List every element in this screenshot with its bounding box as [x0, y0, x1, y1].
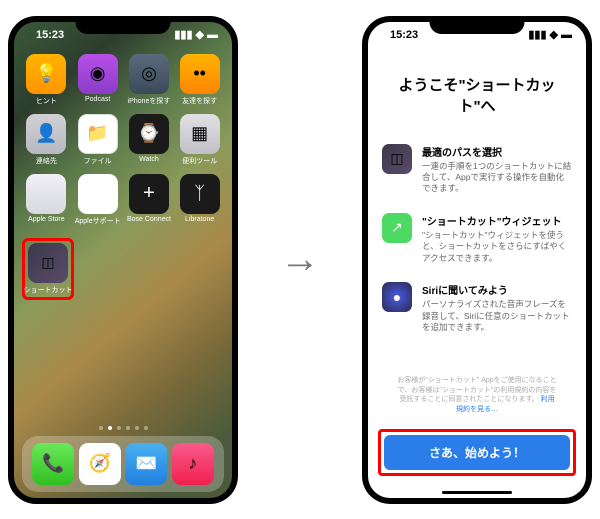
iphone-right: 15:23 ▮▮▮ ◆ ▬ ようこそ"ショートカット"へ ◫ 最適のパスを選択 … — [362, 16, 592, 504]
app-contacts[interactable]: 👤連絡先 — [24, 114, 69, 166]
feature-desc: パーソナライズされた音声フレーズを録音して、Siriに任意のショートカットを追加… — [422, 299, 572, 333]
dock-safari[interactable]: 🧭 — [79, 443, 121, 485]
status-time: 15:23 — [390, 29, 418, 41]
feature-desc: 一連の手順を1つのショートカットに結合して、Appで実行する操作を自動化できます… — [422, 161, 572, 195]
dock-mail[interactable]: ✉️ — [125, 443, 167, 485]
support-icon — [78, 174, 118, 214]
welcome-screen: 15:23 ▮▮▮ ◆ ▬ ようこそ"ショートカット"へ ◫ 最適のパスを選択 … — [368, 22, 586, 498]
dock-phone[interactable]: 📞 — [32, 443, 74, 485]
highlight-shortcuts-app: ◫ ショートカット — [22, 238, 74, 300]
siri-icon: ● — [382, 282, 412, 312]
app-find-iphone[interactable]: ◎iPhoneを探す — [127, 54, 172, 106]
start-button[interactable]: さあ、始めよう！ — [384, 435, 570, 470]
welcome-title: ようこそ"ショートカット"へ — [382, 74, 572, 116]
dot — [135, 426, 139, 430]
page-dots[interactable] — [14, 426, 232, 430]
app-grid: 💡ヒント ◉Podcast ◎iPhoneを探す ••友達を探す 👤連絡先 📁フ… — [14, 44, 232, 226]
tools-folder-icon: ▦ — [180, 114, 220, 154]
libratone-icon: ᛉ — [180, 174, 220, 214]
notch — [76, 16, 171, 34]
arrow-icon: → — [280, 237, 320, 282]
contacts-icon: 👤 — [26, 114, 66, 154]
status-icons: ▮▮▮ ◆ ▬ — [174, 28, 218, 41]
feature-siri: ● Siriに聞いてみよう パーソナライズされた音声フレーズを録音して、Siri… — [382, 282, 572, 333]
welcome-content: ようこそ"ショートカット"へ ◫ 最適のパスを選択 一連の手順を1つのショートカ… — [368, 44, 586, 415]
terms-text: お客様が"ショートカット" Appをご使用になることで、お客様は"ショートカット… — [382, 376, 572, 415]
friends-icon: •• — [180, 54, 220, 94]
feature-title: Siriに聞いてみよう — [422, 282, 572, 297]
wifi-icon: ◆ — [550, 28, 558, 41]
dot — [117, 426, 121, 430]
findphone-icon: ◎ — [129, 54, 169, 94]
shortcuts-icon: ◫ — [28, 243, 68, 283]
home-screen: 15:23 ▮▮▮ ◆ ▬ 💡ヒント ◉Podcast ◎iPhoneを探す •… — [14, 22, 232, 498]
app-bose[interactable]: +Bose Connect — [127, 174, 172, 226]
dot — [99, 426, 103, 430]
files-icon: 📁 — [78, 114, 118, 154]
cta-wrap: さあ、始めよう！ — [378, 429, 576, 476]
app-shortcuts[interactable]: ◫ ショートカット — [27, 243, 69, 295]
app-apple-support[interactable]: Appleサポート — [75, 174, 121, 226]
app-libratone[interactable]: ᛉLibratone — [177, 174, 222, 226]
feature-title: 最適のパスを選択 — [422, 144, 572, 159]
tips-icon: 💡 — [26, 54, 66, 94]
status-time: 15:23 — [36, 29, 64, 41]
app-watch[interactable]: ⌚Watch — [127, 114, 172, 166]
app-podcast[interactable]: ◉Podcast — [75, 54, 121, 106]
dock: 📞 🧭 ✉️ ♪ — [22, 436, 224, 492]
signal-icon: ▮▮▮ — [174, 28, 192, 41]
home-indicator[interactable] — [442, 491, 512, 494]
bose-icon: + — [129, 174, 169, 214]
app-files[interactable]: 📁ファイル — [75, 114, 121, 166]
dot — [126, 426, 130, 430]
feature-title: "ショートカット"ウィジェット — [422, 213, 572, 228]
battery-icon: ▬ — [561, 29, 572, 41]
watch-icon: ⌚ — [129, 114, 169, 154]
dock-music[interactable]: ♪ — [172, 443, 214, 485]
status-icons: ▮▮▮ ◆ ▬ — [528, 28, 572, 41]
app-apple-store[interactable]: Apple Store — [24, 174, 69, 226]
signal-icon: ▮▮▮ — [528, 28, 546, 41]
dot — [144, 426, 148, 430]
feature-desc: "ショートカット"ウィジェットを使うと、ショートカットをさらにすばやくアクセスで… — [422, 230, 572, 264]
wifi-icon: ◆ — [196, 28, 204, 41]
shortcuts-icon: ◫ — [382, 144, 412, 174]
podcast-icon: ◉ — [78, 54, 118, 94]
appstore-icon — [26, 174, 66, 214]
app-find-friends[interactable]: ••友達を探す — [177, 54, 222, 106]
notch — [430, 16, 525, 34]
highlight-cta: さあ、始めよう！ — [378, 429, 576, 476]
widget-icon: ↗ — [382, 213, 412, 243]
feature-widget: ↗ "ショートカット"ウィジェット "ショートカット"ウィジェットを使うと、ショ… — [382, 213, 572, 264]
iphone-left: 15:23 ▮▮▮ ◆ ▬ 💡ヒント ◉Podcast ◎iPhoneを探す •… — [8, 16, 238, 504]
app-tips[interactable]: 💡ヒント — [24, 54, 69, 106]
dot-active — [108, 426, 112, 430]
app-tools[interactable]: ▦便利ツール — [177, 114, 222, 166]
feature-path: ◫ 最適のパスを選択 一連の手順を1つのショートカットに結合して、Appで実行す… — [382, 144, 572, 195]
battery-icon: ▬ — [207, 29, 218, 41]
